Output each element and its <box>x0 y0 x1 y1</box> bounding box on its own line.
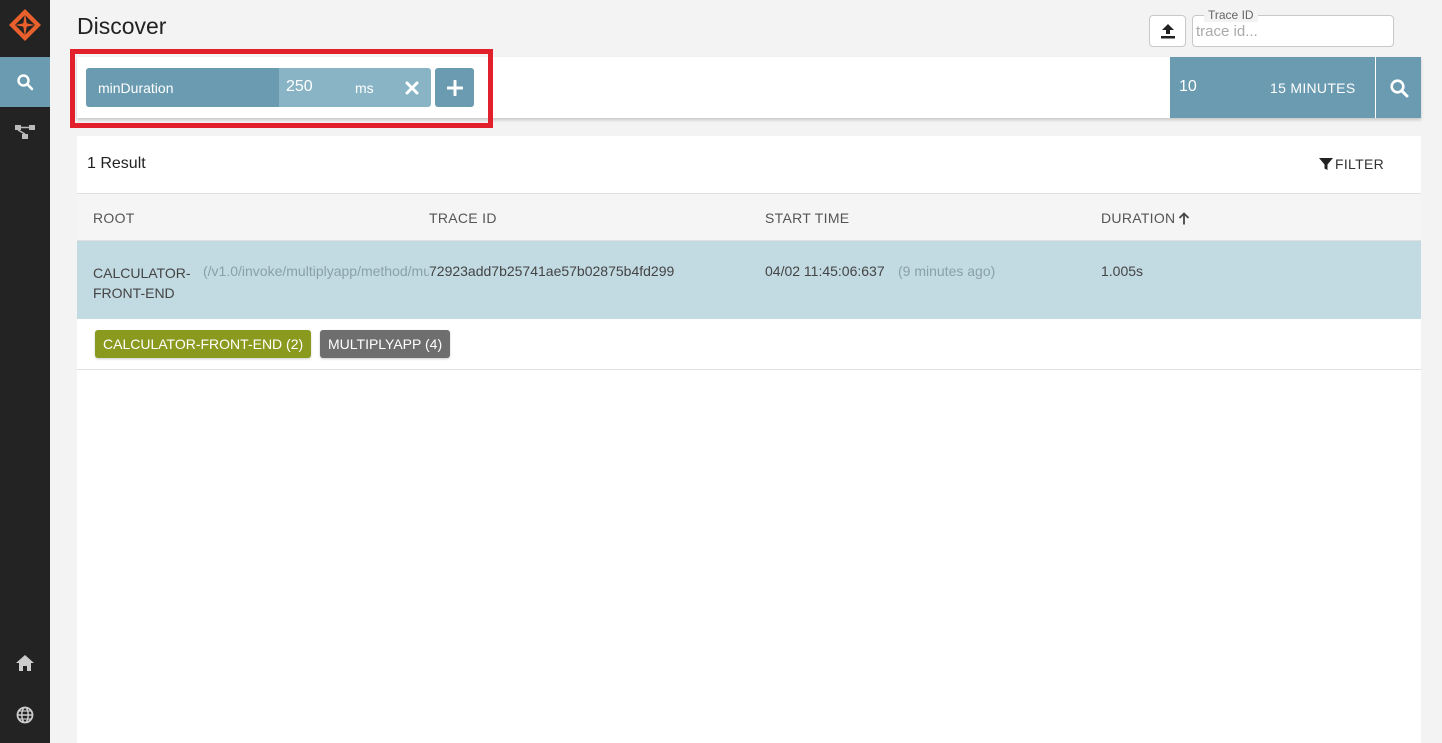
sidebar-item-language[interactable] <box>0 690 50 740</box>
search-icon <box>17 74 34 91</box>
upload-icon <box>1160 24 1175 39</box>
filter-button[interactable]: FILTER <box>1319 156 1384 172</box>
table-row[interactable]: (/v1.0/invoke/multiplyapp/method/multipl… <box>77 241 1421 319</box>
page-title: Discover <box>77 13 167 39</box>
home-icon <box>16 655 34 671</box>
results-panel: 1 Result FILTER ROOT TRACE ID START TIME… <box>77 136 1421 743</box>
column-header-duration[interactable]: DURATION <box>1101 210 1190 226</box>
arrow-up-icon <box>1179 211 1190 224</box>
dependencies-icon <box>15 125 35 139</box>
start-time: 04/02 11:45:06:637 <box>765 263 885 279</box>
table-header: ROOT TRACE ID START TIME DURATION <box>77 193 1421 241</box>
zipkin-logo-icon[interactable] <box>0 0 50 50</box>
filter-icon <box>1319 158 1333 170</box>
column-header-root[interactable]: ROOT <box>93 210 135 226</box>
filter-label: FILTER <box>1335 156 1384 172</box>
criteria-value[interactable]: 250 <box>286 78 313 96</box>
upload-json-button[interactable] <box>1149 15 1186 47</box>
column-header-start-time[interactable]: START TIME <box>765 210 849 226</box>
start-relative: (9 minutes ago) <box>898 263 996 279</box>
result-count: 1 Result <box>87 155 146 172</box>
sidebar <box>0 0 50 743</box>
search-icon <box>1389 78 1408 97</box>
duration: 1.005s <box>1101 263 1144 279</box>
lookback-select[interactable]: 15 MINUTES <box>1270 80 1355 96</box>
root-service: CALCULATOR-FRONT-END <box>93 265 191 301</box>
column-header-duration-label: DURATION <box>1101 210 1176 226</box>
service-badges: CALCULATOR-FRONT-END (2) MULTIPLYAPP (4) <box>77 319 1421 370</box>
sidebar-item-home[interactable] <box>0 638 50 688</box>
sidebar-item-dependencies[interactable] <box>0 107 50 157</box>
criteria-key[interactable]: minDuration <box>86 68 279 107</box>
root-path: (/v1.0/invoke/multiplyapp/method/multipl… <box>203 263 429 279</box>
close-icon <box>405 81 418 94</box>
criteria-value-field[interactable]: 250 ms <box>279 68 392 107</box>
trace-id-input[interactable] <box>1196 20 1386 42</box>
run-search-button[interactable] <box>1376 57 1421 118</box>
column-header-trace-id[interactable]: TRACE ID <box>429 210 497 226</box>
criteria-chip-min-duration[interactable]: minDuration 250 ms <box>86 68 431 107</box>
sidebar-item-discover[interactable] <box>0 57 50 107</box>
globe-icon <box>16 706 34 724</box>
add-criteria-button[interactable] <box>435 68 474 107</box>
criteria-unit: ms <box>355 80 374 96</box>
remove-criteria-button[interactable] <box>392 68 431 107</box>
limit-lookback-area: 10 15 MINUTES <box>1170 57 1375 118</box>
service-badge-calculator-front-end[interactable]: CALCULATOR-FRONT-END (2) <box>95 330 312 358</box>
plus-icon <box>446 79 463 96</box>
limit-input[interactable]: 10 <box>1179 78 1197 96</box>
service-badge-multiplyapp[interactable]: MULTIPLYAPP (4) <box>320 330 451 358</box>
trace-id: 72923add7b25741ae57b02875b4fd299 <box>429 263 675 279</box>
